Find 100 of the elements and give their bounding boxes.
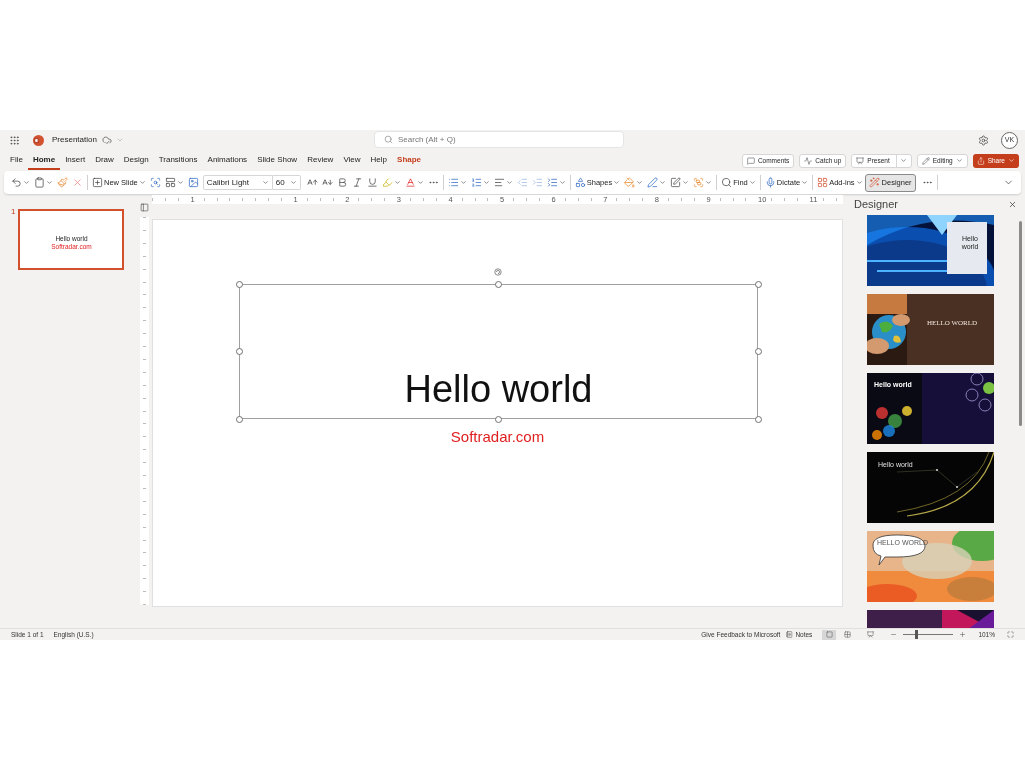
- wand-icon: [868, 177, 880, 188]
- resize-handle[interactable]: [755, 416, 762, 423]
- outdent-icon: [516, 177, 528, 188]
- ribbon-tab[interactable]: Help: [365, 151, 393, 170]
- font-field[interactable]: Calibri Light: [202, 175, 273, 190]
- undo-icon: [11, 177, 22, 188]
- increase-font-icon: [306, 177, 318, 188]
- font-color-icon: [404, 177, 416, 188]
- caret-icon: [801, 179, 809, 186]
- rotate-handle-icon[interactable]: [494, 268, 502, 276]
- slideshow-button[interactable]: [867, 631, 875, 638]
- caret-icon: [748, 179, 756, 186]
- pencil-icon: [921, 156, 930, 165]
- slide-subtitle: Softradar.com: [449, 427, 546, 447]
- close-icon: [72, 177, 83, 188]
- search-icon: [384, 135, 393, 144]
- caret-icon: [138, 179, 146, 186]
- app-launcher-button[interactable]: [7, 133, 21, 147]
- caret-icon: [613, 179, 621, 186]
- caret-icon: [1008, 157, 1015, 164]
- minus-icon: [890, 631, 898, 638]
- caret-icon: [636, 179, 644, 186]
- ribbon-tab[interactable]: File: [5, 151, 28, 170]
- resize-handle[interactable]: [236, 281, 243, 288]
- caret-icon: [659, 179, 667, 186]
- caret-icon: [482, 179, 490, 186]
- search-input[interactable]: Search (Alt + Q): [398, 133, 614, 146]
- numbered-list-icon: [470, 177, 482, 188]
- resize-handle[interactable]: [495, 281, 502, 288]
- settings-button[interactable]: [978, 134, 989, 146]
- highlighter-icon: [381, 177, 393, 188]
- italic-icon: [351, 177, 363, 188]
- caret-icon: [289, 179, 297, 186]
- plus-icon: [959, 631, 967, 638]
- caret-icon: [23, 179, 30, 186]
- share-icon: [976, 156, 985, 165]
- comment-icon: [746, 156, 755, 165]
- ribbon-tab[interactable]: Animations: [202, 151, 253, 170]
- caret-icon: [261, 179, 269, 186]
- panel-icon: [140, 203, 149, 212]
- grid-view-icon: [844, 631, 852, 638]
- zoom-out-button[interactable]: [890, 631, 898, 638]
- caret-icon: [393, 179, 401, 186]
- underline-icon: [366, 177, 378, 188]
- slide-title: Hello world: [404, 367, 593, 411]
- font-size-field[interactable]: 60: [272, 175, 301, 190]
- caret-icon: [459, 179, 467, 186]
- align-left-icon: [493, 177, 505, 188]
- notes-icon: [786, 631, 794, 638]
- layout-icon: [164, 177, 176, 188]
- ribbon-tab[interactable]: Shape: [392, 151, 427, 170]
- ribbon-tab[interactable]: View: [338, 151, 366, 170]
- caret-icon: [505, 179, 513, 186]
- text-box[interactable]: Hello world: [239, 284, 758, 419]
- image-icon: [187, 177, 199, 188]
- resize-handle[interactable]: [236, 348, 243, 355]
- app-logo-icon: [33, 134, 44, 146]
- ribbon-tab[interactable]: Draw: [90, 151, 119, 170]
- ribbon-tab[interactable]: Insert: [60, 151, 91, 170]
- caret-icon: [416, 179, 424, 186]
- ribbon-tab[interactable]: Transitions: [153, 151, 203, 170]
- pen-icon: [647, 177, 659, 188]
- ribbon-tab[interactable]: Slide Show: [252, 151, 303, 170]
- presentation-icon: [856, 156, 865, 165]
- zoom-thumb[interactable]: [914, 630, 918, 639]
- resize-handle[interactable]: [755, 348, 762, 355]
- caret-icon: [682, 179, 690, 186]
- cloud-icon: [101, 135, 112, 145]
- scrollbar[interactable]: [1019, 221, 1022, 426]
- bullet-list-icon: [447, 177, 459, 188]
- ribbon-tab[interactable]: Design: [118, 151, 154, 170]
- caret-icon: [899, 157, 907, 164]
- resize-handle[interactable]: [755, 281, 762, 288]
- close-icon: [1008, 199, 1017, 209]
- caret-icon: [46, 179, 53, 186]
- shapes-icon: [574, 177, 586, 188]
- ribbon-tab[interactable]: Review: [302, 151, 339, 170]
- document-title[interactable]: Presentation: [52, 134, 97, 146]
- search-field[interactable]: Search (Alt + Q): [374, 131, 624, 148]
- sorter-view-button[interactable]: [844, 631, 852, 638]
- resize-handle[interactable]: [495, 416, 502, 423]
- paintbrush-icon: [57, 177, 68, 188]
- line-spacing-icon: [546, 177, 558, 188]
- clipboard-icon: [34, 177, 45, 188]
- scan-search-icon: [149, 177, 161, 188]
- caret-icon: [955, 157, 963, 164]
- zoom-in-button[interactable]: [959, 631, 967, 638]
- close-button[interactable]: [1008, 199, 1017, 209]
- designer-title: Designer: [854, 196, 899, 212]
- add-slide-icon: [92, 177, 103, 188]
- app-grid-icon: [8, 134, 20, 146]
- group-icon: [693, 177, 705, 188]
- normal-view-button[interactable]: [822, 629, 837, 640]
- caret-icon: [855, 179, 863, 186]
- panel-toggle-button[interactable]: [139, 203, 150, 212]
- paint-bucket-icon: [624, 177, 636, 188]
- caret-icon: [705, 179, 713, 186]
- resize-handle[interactable]: [236, 416, 243, 423]
- fit-slide-button[interactable]: [1007, 631, 1014, 638]
- caret-icon: [176, 179, 184, 186]
